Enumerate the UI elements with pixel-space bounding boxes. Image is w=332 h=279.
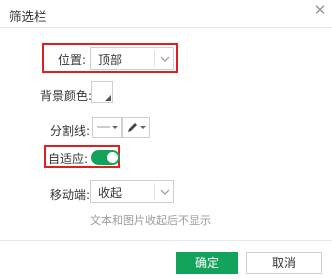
mobile-select-value: 收起 [98,186,123,200]
chevron-down-icon [160,56,170,62]
adaptive-toggle[interactable] [91,150,120,165]
chevron-down-icon [160,189,170,195]
close-icon[interactable]: ✕ [313,3,327,18]
mobile-label: 移动端: [50,188,91,202]
divider-color-select[interactable] [122,117,150,138]
background-color-picker[interactable] [91,81,113,103]
position-select-value: 顶部 [98,53,123,67]
dialog-footer: 确定 取消 [0,240,332,279]
toggle-knob [107,152,118,163]
cancel-button[interactable]: 取消 [246,252,322,274]
divider-style-select[interactable] [92,117,122,138]
divider-label: 分割线: [50,124,91,138]
position-select[interactable]: 顶部 [90,47,174,70]
dropdown-corner-icon [105,95,111,101]
pen-icon [128,123,146,132]
mobile-hint: 文本和图片收起后不显示 [90,214,211,227]
adaptive-label: 自适应: [48,152,89,166]
dialog-header: 筛选栏 ✕ [0,0,332,28]
position-label: 位置: [58,53,87,67]
ok-button[interactable]: 确定 [176,252,238,274]
background-color-label: 背景颜色: [40,89,93,103]
dialog-title: 筛选栏 [9,9,47,24]
line-style-icon [97,126,118,129]
mobile-select[interactable]: 收起 [90,180,174,203]
